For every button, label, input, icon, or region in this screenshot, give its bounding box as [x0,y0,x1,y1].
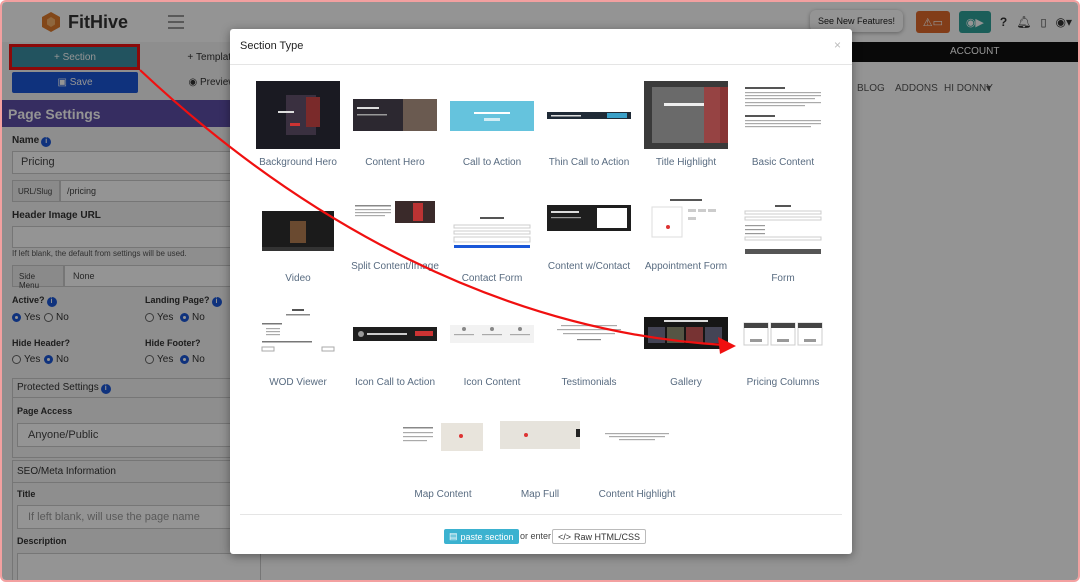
annotation-arrow [139,69,736,354]
app-frame: FitHive ⚠▭ ◉▶ ? 🔔︎ ▯ ◉▾ ACCOUNT BLOG ADD… [0,0,1080,582]
